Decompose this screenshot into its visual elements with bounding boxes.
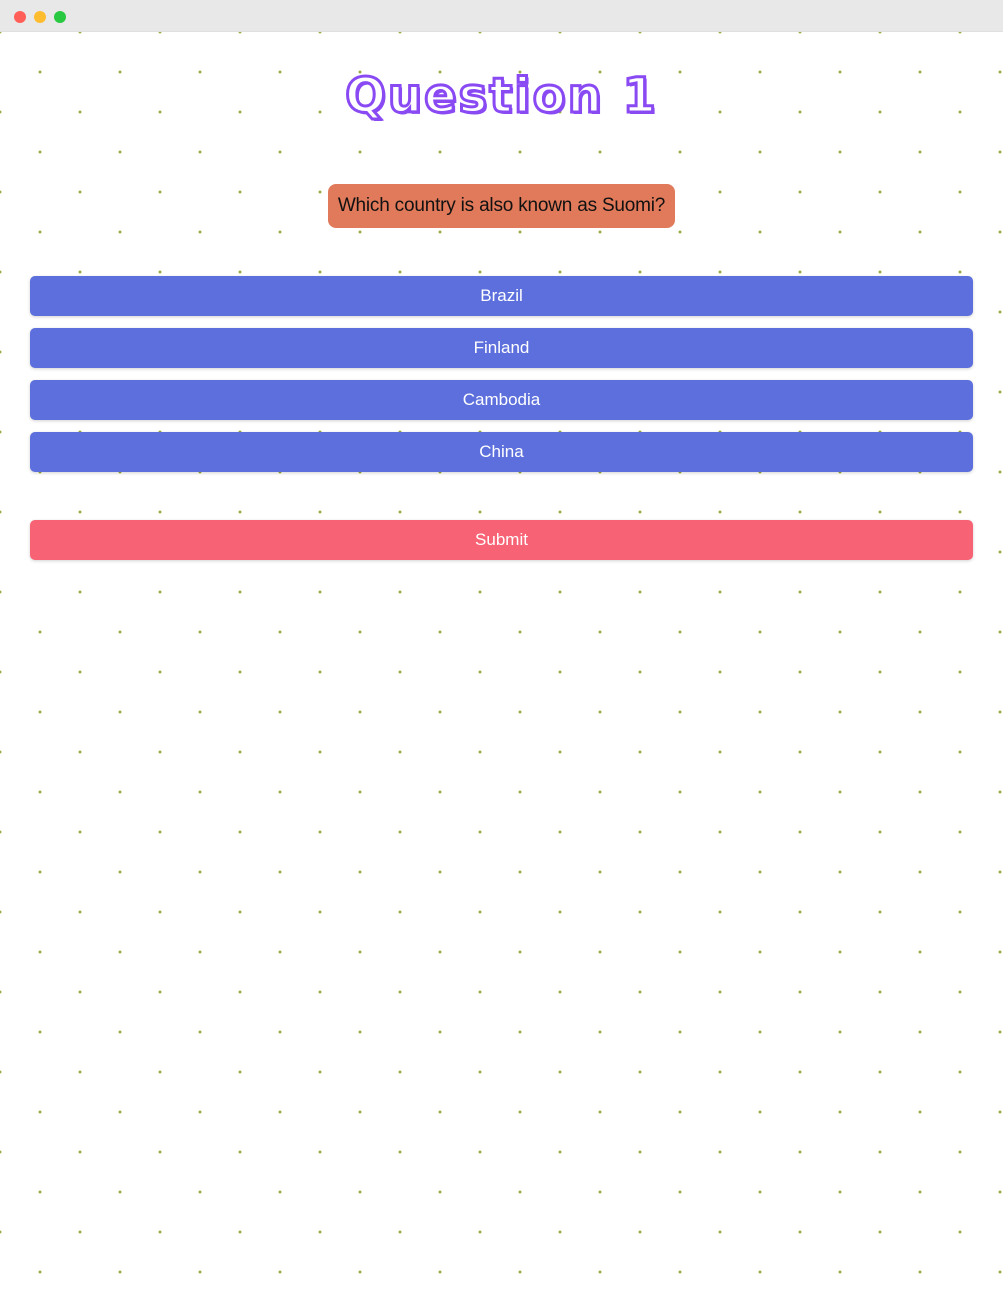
question-text: Which country is also known as Suomi? — [327, 184, 676, 228]
window-titlebar — [0, 0, 1003, 32]
question-container: Which country is also known as Suomi? — [0, 184, 1003, 228]
submit-button[interactable]: Submit — [30, 520, 973, 560]
minimize-window-icon[interactable] — [34, 11, 46, 23]
quiz-page: Question 1 Which country is also known a… — [0, 32, 1003, 1308]
answer-option-brazil[interactable]: Brazil — [30, 276, 973, 316]
answer-option-finland[interactable]: Finland — [30, 328, 973, 368]
question-title: Question 1 — [344, 68, 658, 124]
maximize-window-icon[interactable] — [54, 11, 66, 23]
answer-option-china[interactable]: China — [30, 432, 973, 472]
answer-options: Brazil Finland Cambodia China — [30, 276, 973, 484]
answer-option-cambodia[interactable]: Cambodia — [30, 380, 973, 420]
browser-window: Question 1 Which country is also known a… — [0, 0, 1003, 1308]
close-window-icon[interactable] — [14, 11, 26, 23]
